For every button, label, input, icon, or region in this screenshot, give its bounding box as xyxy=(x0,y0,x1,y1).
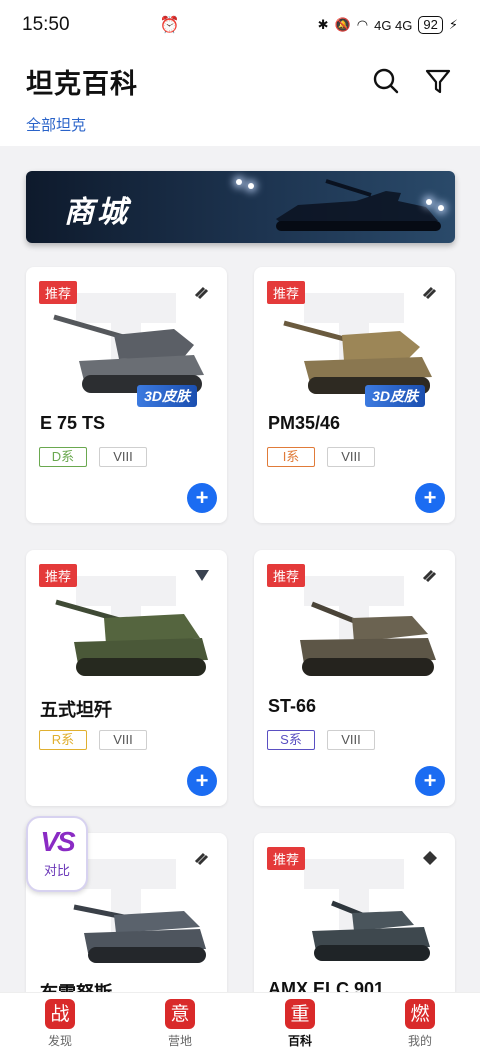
tank-image xyxy=(300,601,436,676)
nation-tag: D系 xyxy=(39,447,87,467)
status-icons: ✱ 🔕 ◠ 4G 4G 92 ⚡ xyxy=(318,16,458,34)
compare-label: 对比 xyxy=(43,863,70,878)
heavy-tank-icon xyxy=(194,852,209,866)
light-tank-icon xyxy=(423,851,437,865)
nation-tag: I系 xyxy=(267,447,315,467)
nav-label: 发现 xyxy=(47,1034,72,1048)
nav-label: 百科 xyxy=(287,1034,312,1048)
recommended-badge: 推荐 xyxy=(267,564,306,587)
tier-tag: VIII xyxy=(99,447,147,467)
tier-tag: VIII xyxy=(327,447,375,467)
filter-icon[interactable] xyxy=(423,66,453,96)
3d-skin-badge: 3D皮肤 xyxy=(137,385,197,407)
nation-tag: S系 xyxy=(267,730,315,750)
add-compare-button[interactable]: + xyxy=(187,483,217,513)
wifi-icon: ◠ xyxy=(356,17,369,32)
alarm-icon: ⏰ xyxy=(159,17,180,34)
tank-name: E 75 TS xyxy=(40,413,106,433)
td-icon xyxy=(195,570,209,581)
profile-icon: 燃 xyxy=(405,999,435,1029)
search-icon[interactable] xyxy=(371,66,401,96)
status-bar: 15:50 ⏰ ✱ 🔕 ◠ 4G 4G 92 ⚡ xyxy=(0,0,480,50)
camp-icon: 意 xyxy=(165,999,195,1029)
nav-label: 我的 xyxy=(407,1034,432,1048)
stadium-light xyxy=(438,205,444,211)
charging-icon: ⚡ xyxy=(448,17,458,32)
bottom-nav: 战 发现 意 营地 重 百科 燃 我的 xyxy=(0,992,480,1058)
tank-name: PM35/46 xyxy=(268,413,341,433)
recommended-badge: 推荐 xyxy=(267,847,306,870)
recommended-badge: 推荐 xyxy=(267,281,306,304)
filter-all-tanks[interactable]: 全部坦克 xyxy=(26,114,86,135)
nav-label: 营地 xyxy=(167,1034,192,1048)
tier-tag: VIII xyxy=(99,730,147,750)
tank-card[interactable]: 推荐 ST-66 S系 VIII + xyxy=(254,550,455,806)
3d-skin-badge: 3D皮肤 xyxy=(365,385,425,407)
nation-tag: R系 xyxy=(39,730,87,750)
add-compare-button[interactable]: + xyxy=(187,766,217,796)
tank-image xyxy=(312,900,430,961)
recommended-badge: 推荐 xyxy=(39,281,78,304)
add-compare-button[interactable]: + xyxy=(415,766,445,796)
add-compare-button[interactable]: + xyxy=(415,483,445,513)
signal-label: 4G 4G xyxy=(374,17,413,33)
heavy-tank-icon xyxy=(422,286,437,300)
mute-icon: 🔕 xyxy=(334,17,351,32)
header: 坦克百科 全部坦克 xyxy=(0,50,480,146)
stadium-light xyxy=(248,183,254,189)
compare-button[interactable]: VS 对比 xyxy=(26,816,88,892)
page-title: 坦克百科 xyxy=(26,69,138,99)
vs-logo: VS xyxy=(40,826,75,857)
tank-card[interactable]: 推荐 3D皮肤 PM35/46 I系 VIII + xyxy=(254,267,455,523)
heavy-tank-icon xyxy=(422,569,437,583)
status-time: 15:50 xyxy=(22,14,70,35)
tank-name: ST-66 xyxy=(268,696,317,716)
discover-icon: 战 xyxy=(45,999,75,1029)
nav-camp[interactable]: 意 营地 xyxy=(120,993,240,1058)
heavy-tank-icon xyxy=(194,286,209,300)
stadium-light xyxy=(426,199,432,205)
nav-encyclopedia[interactable]: 重 百科 xyxy=(240,993,360,1058)
banner-label: 商城 xyxy=(64,196,130,229)
tank-image xyxy=(55,599,208,676)
nav-profile[interactable]: 燃 我的 xyxy=(360,993,480,1058)
shop-banner[interactable]: 商城 xyxy=(26,171,455,243)
encyclopedia-icon: 重 xyxy=(285,999,315,1029)
nav-discover[interactable]: 战 发现 xyxy=(0,993,120,1058)
tank-card[interactable]: 推荐 五式坦歼 R系 VIII + xyxy=(26,550,227,806)
tank-name: 五式坦歼 xyxy=(40,700,112,720)
stadium-light xyxy=(236,179,242,185)
battery-icon: 92 xyxy=(418,16,443,34)
recommended-badge: 推荐 xyxy=(39,564,78,587)
bluetooth-icon: ✱ xyxy=(317,17,329,32)
tier-tag: VIII xyxy=(327,730,375,750)
tank-card[interactable]: 推荐 3D皮肤 E 75 TS D系 VIII + xyxy=(26,267,227,523)
